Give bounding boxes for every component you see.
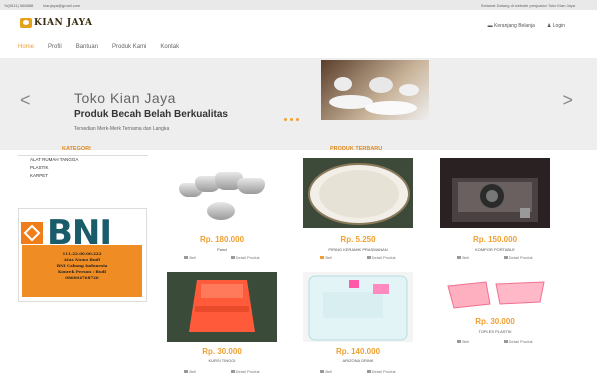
category-title: KATEGORI: [62, 146, 91, 152]
cart-icon: [457, 340, 462, 343]
bank-line: 086004768726: [65, 275, 99, 280]
cart-icon: [320, 256, 325, 259]
detail-button[interactable]: Detail Produk: [366, 255, 396, 260]
cart-icon: [184, 256, 189, 259]
top-bar: %(0811) 568888 kianjaya@gmail.com Selama…: [0, 0, 597, 10]
phone-text: %(0811) 568888: [4, 3, 34, 8]
cart-label: Keranjang Belanja: [494, 23, 535, 29]
detail-button[interactable]: Detail Produk: [503, 255, 533, 260]
product-name: PIRING KERAMIK PRASMANAN: [328, 247, 388, 252]
product-name: KOMPOR PORTABLE: [475, 247, 515, 252]
hero-title: Toko Kian Jaya: [74, 90, 176, 106]
info-icon: [230, 256, 235, 259]
nav-kontak[interactable]: Kontak: [160, 44, 179, 50]
product-price: Rp. 140.000: [335, 347, 381, 356]
buy-label: Beli: [189, 369, 196, 374]
buy-label: Beli: [325, 255, 332, 260]
email-text: kianjaya@gmail.com: [43, 3, 81, 8]
logo-text: KIAN JAYA: [34, 18, 93, 28]
product-price: Rp. 180.000: [199, 235, 245, 244]
bank-account-info: 111.22.00.00.222 Atas Nama Budi BNI Caba…: [22, 245, 142, 297]
product-card[interactable]: Rp. 5.250 PIRING KERAMIK PRASMANAN Beli …: [303, 158, 413, 271]
site-header: KIAN JAYA ▬ Keranjang Belanja ♟ Login: [0, 10, 597, 40]
product-name: KURSI TINGGI: [208, 358, 236, 363]
logo-icon: [20, 18, 32, 28]
product-image: [303, 158, 413, 228]
buy-label: Beli: [462, 339, 469, 344]
detail-label: Detail Produk: [235, 255, 260, 260]
login-link[interactable]: ♟ Login: [547, 23, 565, 29]
info-icon: [366, 370, 371, 373]
buy-label: Beli: [325, 369, 332, 374]
detail-button[interactable]: Detail Produk: [366, 369, 396, 374]
product-card[interactable]: Rp. 150.000 KOMPOR PORTABLE Beli Detail …: [440, 158, 550, 271]
products-title: PRODUK TERBARU: [330, 146, 383, 152]
buy-button[interactable]: Beli: [457, 255, 469, 260]
cart-icon: [320, 370, 325, 373]
cart-icon: [457, 256, 462, 259]
product-card[interactable]: Rp. 30.000 KURSI TINGGI Beli Detail Prod…: [167, 272, 277, 385]
product-price: Rp. 150.000: [472, 235, 518, 244]
buy-label: Beli: [462, 255, 469, 260]
category-item[interactable]: ALAT RUMAH TANGGA: [30, 156, 148, 164]
welcome-text: Selamat Datang di website penjualan Toko…: [480, 3, 575, 8]
nav-produk-kami[interactable]: Produk Kami: [112, 44, 146, 50]
nav-profil[interactable]: Profil: [48, 44, 62, 50]
detail-label: Detail Produk: [371, 369, 396, 374]
buy-button[interactable]: Beli: [320, 255, 332, 260]
product-image: [440, 158, 550, 228]
cart-link[interactable]: ▬ Keranjang Belanja: [488, 23, 535, 29]
product-name: Panci: [216, 247, 227, 252]
detail-label: Detail Produk: [235, 369, 260, 374]
product-card[interactable]: Rp. 30.000 TOPLES PLASTIK Beli Detail Pr…: [440, 272, 550, 385]
category-item[interactable]: PLASTIK: [30, 164, 148, 172]
info-icon: [503, 340, 508, 343]
slider-prev-arrow[interactable]: <: [20, 90, 31, 111]
detail-label: Detail Produk: [371, 255, 396, 260]
bank-info-banner: BNI 111.22.00.00.222 Atas Nama Budi BNI …: [18, 208, 147, 302]
product-price: Rp. 30.000: [475, 317, 515, 326]
buy-label: Beli: [189, 255, 196, 260]
hero-subtitle: Produk Becah Belah Berkualitas: [74, 109, 228, 120]
buy-button[interactable]: Beli: [457, 339, 469, 344]
bni-logo-icon: [21, 222, 43, 244]
slider-next-arrow[interactable]: >: [562, 90, 573, 111]
login-label: Login: [552, 23, 565, 29]
detail-label: Detail Produk: [508, 255, 533, 260]
detail-button[interactable]: Detail Produk: [503, 339, 533, 344]
slider-dots[interactable]: [284, 118, 299, 121]
main-nav: Home Profil Bantuan Produk Kami Kontak: [18, 44, 179, 50]
cart-icon: [184, 370, 189, 373]
product-card[interactable]: Rp. 140.000 ARIZONA DRINK Beli Detail Pr…: [303, 272, 413, 385]
product-card[interactable]: Rp. 180.000 Panci Beli Detail Produk: [167, 158, 277, 271]
site-logo[interactable]: KIAN JAYA: [20, 18, 93, 28]
detail-button[interactable]: Detail Produk: [230, 369, 260, 374]
info-icon: [366, 256, 371, 259]
nav-home[interactable]: Home: [18, 44, 34, 50]
hero-caption: Tersedian Merk-Merk Ternama dan Langka: [74, 126, 170, 132]
product-name: ARIZONA DRINK: [342, 358, 374, 363]
buy-button[interactable]: Beli: [320, 369, 332, 374]
product-image: [303, 272, 413, 342]
detail-label: Detail Produk: [508, 339, 533, 344]
product-price: Rp. 5.250: [340, 235, 376, 244]
buy-button[interactable]: Beli: [184, 255, 196, 260]
product-image: [167, 158, 277, 228]
buy-button[interactable]: Beli: [184, 369, 196, 374]
info-icon: [503, 256, 508, 259]
product-name: TOPLES PLASTIK: [478, 329, 512, 334]
product-price: Rp. 30.000: [202, 347, 242, 356]
detail-button[interactable]: Detail Produk: [230, 255, 260, 260]
hero-slider: < > Toko Kian Jaya Produk Becah Belah Be…: [0, 58, 597, 150]
hero-image: [321, 60, 429, 120]
category-list: ALAT RUMAH TANGGA PLASTIK KARPET: [18, 155, 148, 198]
product-image: [167, 272, 277, 342]
nav-bantuan[interactable]: Bantuan: [76, 44, 98, 50]
info-icon: [230, 370, 235, 373]
category-item[interactable]: KARPET: [30, 172, 148, 180]
